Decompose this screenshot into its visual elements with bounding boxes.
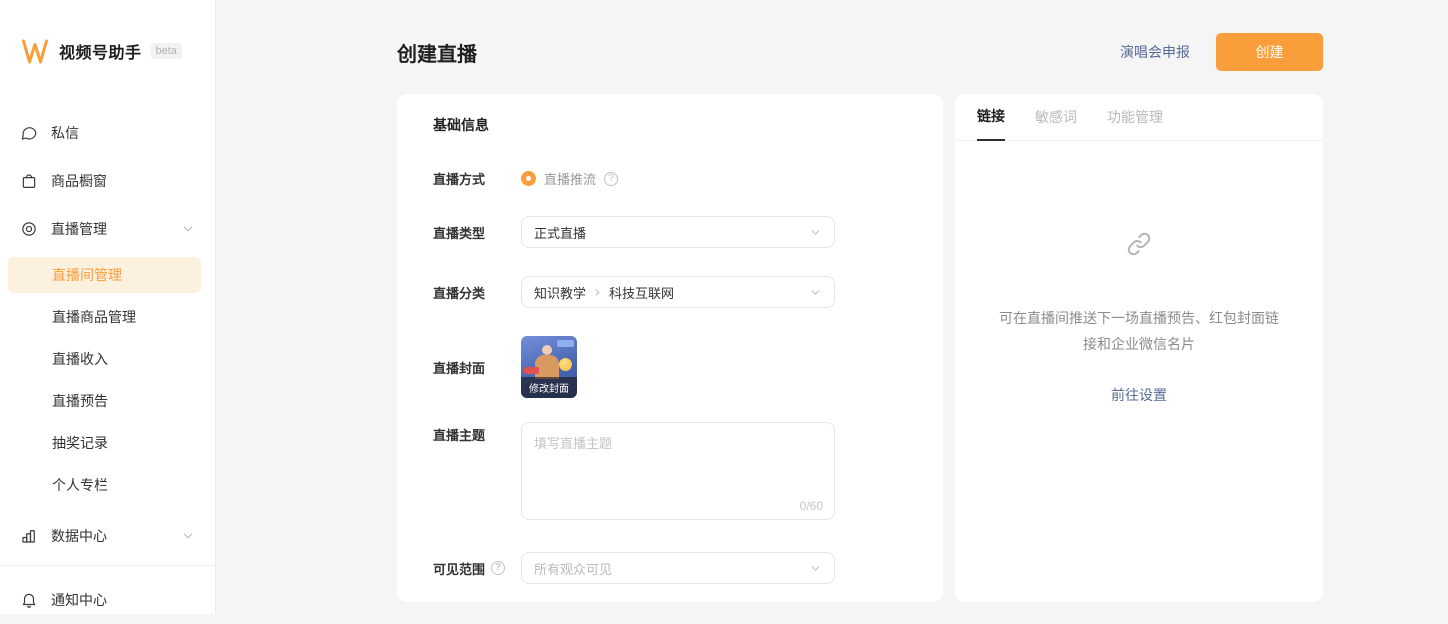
- sidebar-item-label: 私信: [51, 123, 79, 143]
- sidebar-nav: 私信 商品橱窗 直播管理 直播间管理 直播商品管理 直播收入: [0, 109, 215, 624]
- char-counter: 0/60: [800, 499, 823, 513]
- links-panel-body: 可在直播间推送下一场直播预告、红包封面链接和企业微信名片 前往设置: [955, 141, 1323, 405]
- chevron-down-icon: [809, 286, 822, 299]
- live-topic-input[interactable]: [521, 422, 835, 520]
- panel-tabs: 链接 敏感词 功能管理: [955, 94, 1323, 141]
- help-icon[interactable]: ?: [491, 561, 505, 575]
- live-category-select[interactable]: 知识教学 科技互联网: [521, 276, 835, 308]
- visibility-label: 可见范围 ?: [433, 559, 521, 578]
- sidebar-item-lottery-records[interactable]: 抽奖记录: [0, 422, 215, 464]
- sidebar-item-label: 直播间管理: [52, 265, 122, 285]
- sidebar-item-live-management[interactable]: 直播管理: [0, 205, 215, 253]
- live-type-select[interactable]: 正式直播: [521, 216, 835, 248]
- sidebar-item-label: 数据中心: [51, 526, 107, 546]
- category-level-2: 科技互联网: [609, 283, 674, 302]
- live-icon: [20, 220, 38, 238]
- sidebar-item-label: 通知中心: [51, 590, 107, 610]
- shopping-bag-icon: [20, 172, 38, 190]
- live-category-label: 直播分类: [433, 283, 521, 302]
- live-mode-label: 直播方式: [433, 169, 521, 188]
- beta-badge: beta: [151, 43, 182, 59]
- link-icon: [1125, 230, 1153, 258]
- sidebar-item-live-income[interactable]: 直播收入: [0, 338, 215, 380]
- edit-cover-overlay[interactable]: 修改封面: [521, 377, 577, 398]
- chevron-right-icon: [592, 287, 603, 298]
- page-header: 创建直播 演唱会申报 创建: [397, 33, 1323, 71]
- live-topic-label: 直播主题: [433, 425, 521, 444]
- live-mode-options: 直播推流 ?: [521, 169, 618, 188]
- sidebar-item-label: 直播管理: [51, 219, 107, 239]
- chevron-down-icon: [181, 222, 195, 236]
- header-actions: 演唱会申报 创建: [1120, 33, 1323, 71]
- concert-apply-link[interactable]: 演唱会申报: [1120, 42, 1190, 62]
- cover-coin-decor: [559, 358, 572, 371]
- sidebar: 视频号助手 beta 私信 商品橱窗 直播管理: [0, 0, 216, 614]
- live-cover-row: 直播封面 修改封面: [433, 336, 907, 398]
- sidebar-item-label: 个人专栏: [52, 475, 108, 495]
- live-cover-label: 直播封面: [433, 358, 521, 377]
- chevron-down-icon: [181, 529, 195, 543]
- sidebar-item-label: 直播收入: [52, 349, 108, 369]
- visibility-value: 所有观众可见: [534, 559, 612, 578]
- sidebar-item-data-center[interactable]: 数据中心: [0, 512, 215, 560]
- go-to-settings-link[interactable]: 前往设置: [1111, 385, 1167, 405]
- sidebar-item-label: 抽奖记录: [52, 433, 108, 453]
- sidebar-item-label: 直播预告: [52, 391, 108, 411]
- link-icon-wrap: [1125, 230, 1153, 263]
- basic-info-card: 基础信息 直播方式 直播推流 ? 直播类型: [397, 94, 943, 602]
- visibility-row: 可见范围 ? 所有观众可见: [433, 552, 907, 584]
- sidebar-item-personal-column[interactable]: 个人专栏: [0, 464, 215, 506]
- brand-name: 视频号助手: [59, 39, 142, 63]
- live-type-value: 正式直播: [534, 223, 586, 242]
- sidebar-item-label: 商品橱窗: [51, 171, 107, 191]
- help-icon[interactable]: ?: [604, 172, 618, 186]
- live-category-row: 直播分类 知识教学 科技互联网: [433, 276, 907, 308]
- live-cover-thumbnail[interactable]: 修改封面: [521, 336, 577, 398]
- live-mode-row: 直播方式 直播推流 ?: [433, 169, 907, 188]
- radio-selected-icon[interactable]: [521, 171, 536, 186]
- cover-person-decor: [542, 345, 552, 355]
- sidebar-divider: [0, 565, 215, 566]
- panel-empty-text: 可在直播间推送下一场直播预告、红包封面链接和企业微信名片: [999, 305, 1279, 357]
- category-level-1: 知识教学: [534, 283, 586, 302]
- bell-icon: [20, 591, 38, 609]
- live-push-option-label: 直播推流: [544, 169, 596, 188]
- chevron-down-icon: [809, 226, 822, 239]
- sidebar-item-live-goods-management[interactable]: 直播商品管理: [0, 296, 215, 338]
- create-button[interactable]: 创建: [1216, 33, 1323, 71]
- bar-chart-icon: [20, 527, 38, 545]
- sidebar-item-label: 直播商品管理: [52, 307, 136, 327]
- sidebar-item-product-showcase[interactable]: 商品橱窗: [0, 157, 215, 205]
- live-type-label: 直播类型: [433, 223, 521, 242]
- create-live-form: 直播方式 直播推流 ? 直播类型 正式直播: [433, 169, 907, 584]
- chevron-down-icon: [809, 562, 822, 575]
- links-panel-card: 链接 敏感词 功能管理 可在直播间推送下一场直播预告、红包封面链接和企业微信名片…: [955, 94, 1323, 602]
- cover-tag-decor: [557, 340, 574, 347]
- cover-banner-decor: [524, 367, 539, 374]
- channels-logo-icon: [20, 36, 50, 66]
- tab-sensitive-words[interactable]: 敏感词: [1035, 107, 1077, 140]
- sidebar-item-live-room-management[interactable]: 直播间管理: [8, 257, 201, 293]
- visibility-select[interactable]: 所有观众可见: [521, 552, 835, 584]
- live-type-row: 直播类型 正式直播: [433, 216, 907, 248]
- tab-links[interactable]: 链接: [977, 106, 1005, 141]
- main-content: 创建直播 演唱会申报 创建 基础信息 直播方式 直播推流 ?: [216, 0, 1448, 614]
- chat-icon: [20, 124, 38, 142]
- page-title: 创建直播: [397, 38, 477, 67]
- tab-feature-management[interactable]: 功能管理: [1107, 107, 1163, 140]
- section-title: 基础信息: [433, 115, 907, 135]
- content-cards: 基础信息 直播方式 直播推流 ? 直播类型: [397, 94, 1323, 602]
- sidebar-item-live-preview[interactable]: 直播预告: [0, 380, 215, 422]
- brand: 视频号助手 beta: [0, 0, 215, 66]
- sidebar-item-messages[interactable]: 私信: [0, 109, 215, 157]
- sidebar-item-notification-center[interactable]: 通知中心: [0, 576, 215, 624]
- live-topic-row: 直播主题 0/60: [433, 422, 907, 525]
- live-topic-field-wrap: 0/60: [521, 422, 835, 525]
